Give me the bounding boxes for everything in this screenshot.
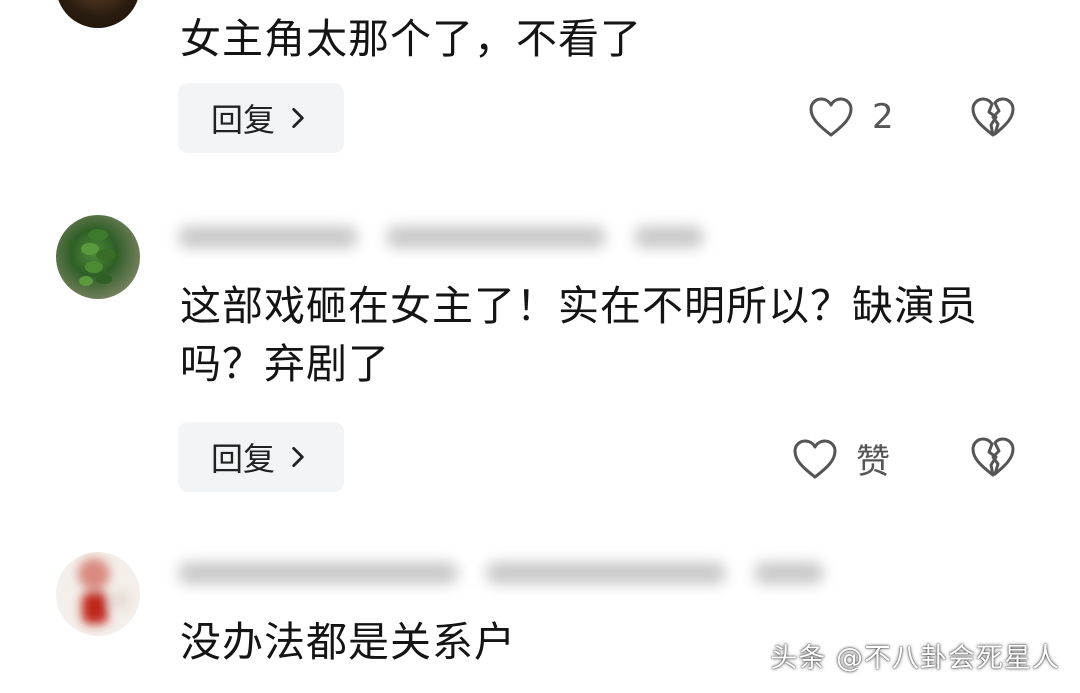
heart-outline-icon bbox=[793, 439, 837, 478]
blurred-username-meta bbox=[178, 226, 704, 248]
comment-text: 女主角太那个了，不看了 bbox=[180, 15, 642, 63]
reply-label: 回复 bbox=[210, 440, 275, 478]
broken-heart-icon bbox=[971, 97, 1015, 137]
avatar[interactable] bbox=[56, 552, 140, 636]
dislike-button[interactable] bbox=[970, 436, 1016, 478]
dislike-button[interactable] bbox=[970, 96, 1016, 138]
like-count: 2 bbox=[872, 97, 894, 137]
broken-heart-icon bbox=[971, 437, 1015, 477]
reply-label: 回复 bbox=[210, 101, 275, 139]
blurred-username-meta bbox=[178, 562, 824, 584]
avatar-plant-image bbox=[79, 229, 116, 286]
reply-button[interactable]: 回复 bbox=[178, 422, 344, 492]
heart-outline-icon bbox=[809, 97, 853, 137]
avatar[interactable] bbox=[56, 215, 140, 299]
like-label: 赞 bbox=[856, 442, 890, 482]
like-button[interactable]: 2 bbox=[808, 96, 894, 138]
like-button[interactable]: 赞 bbox=[792, 434, 890, 483]
avatar-blurred-image bbox=[78, 558, 130, 624]
watermark: 头条 @不八卦会死星人 bbox=[770, 643, 1060, 674]
reply-button[interactable]: 回复 bbox=[178, 83, 344, 153]
chevron-right-icon bbox=[292, 446, 304, 468]
comment-text: 这部戏砸在女主了！实在不明所以？缺演员吗？弃剧了 bbox=[180, 282, 978, 388]
chevron-right-icon bbox=[292, 107, 304, 129]
avatar[interactable] bbox=[56, 0, 140, 28]
